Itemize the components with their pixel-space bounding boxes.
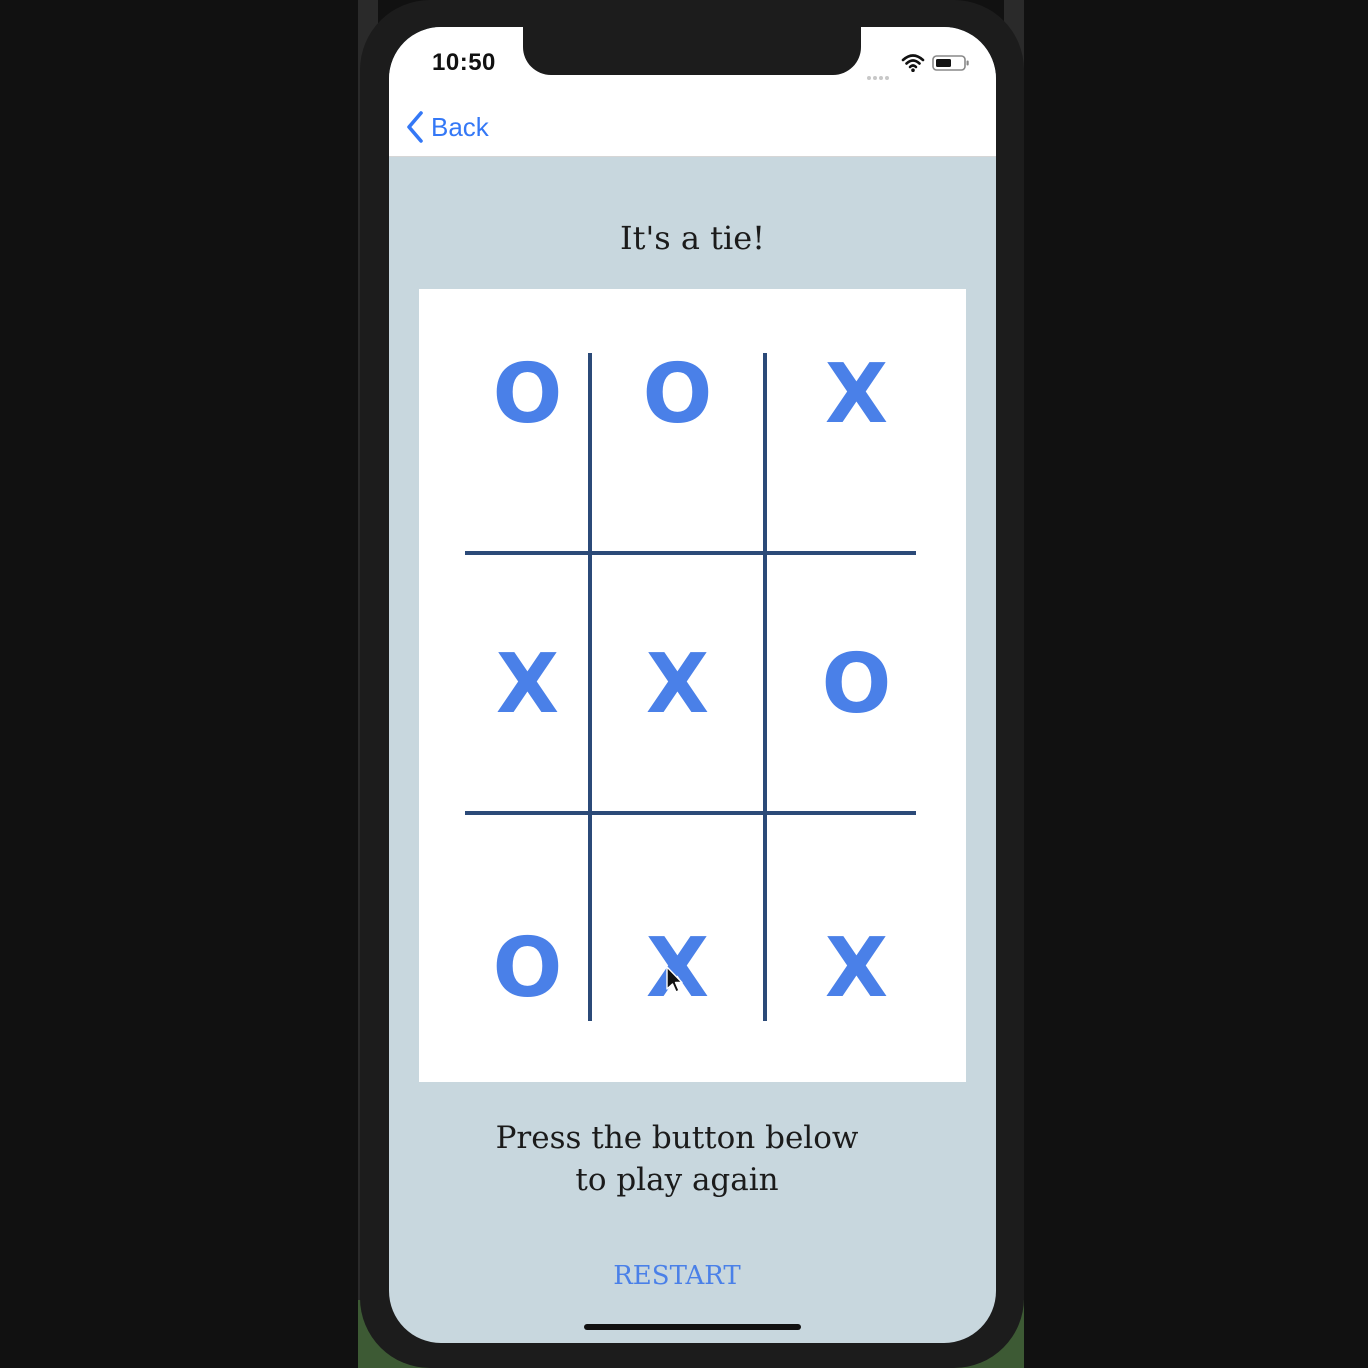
cell-0-1[interactable]: O bbox=[614, 329, 741, 459]
back-button[interactable]: Back bbox=[405, 107, 489, 147]
play-again-prompt: Press the button below to play again bbox=[389, 1117, 962, 1201]
signal-icon bbox=[867, 65, 895, 80]
cell-1-0[interactable]: X bbox=[465, 619, 590, 749]
cell-0-2[interactable]: X bbox=[793, 329, 920, 459]
prompt-line-2: to play again bbox=[575, 1162, 779, 1198]
battery-icon bbox=[932, 55, 969, 71]
phone-screen: 10:50 Back It's a tie! O O X X X O O X X… bbox=[389, 27, 996, 1343]
game-board: O O X X X O O X X bbox=[419, 289, 966, 1082]
cell-0-0[interactable]: O bbox=[465, 329, 590, 459]
status-bar: 10:50 bbox=[389, 27, 996, 99]
cell-2-0[interactable]: O bbox=[465, 903, 590, 1033]
navigation-bar: Back bbox=[389, 99, 996, 157]
notch bbox=[523, 27, 861, 75]
cell-1-1[interactable]: X bbox=[614, 619, 741, 749]
game-status-message: It's a tie! bbox=[619, 219, 766, 257]
home-indicator[interactable] bbox=[584, 1324, 801, 1330]
restart-button[interactable]: RESTART bbox=[577, 1254, 777, 1298]
cell-2-2[interactable]: X bbox=[793, 903, 920, 1033]
mouse-cursor-icon bbox=[666, 966, 683, 993]
wifi-icon bbox=[901, 54, 925, 72]
stage: 10:50 Back It's a tie! O O X X X O O X X… bbox=[0, 0, 1368, 1368]
chevron-left-icon bbox=[407, 111, 423, 143]
status-time: 10:50 bbox=[432, 49, 496, 76]
prompt-line-1: Press the button below bbox=[495, 1120, 859, 1156]
back-label: Back bbox=[431, 111, 489, 142]
cell-1-2[interactable]: O bbox=[793, 619, 920, 749]
